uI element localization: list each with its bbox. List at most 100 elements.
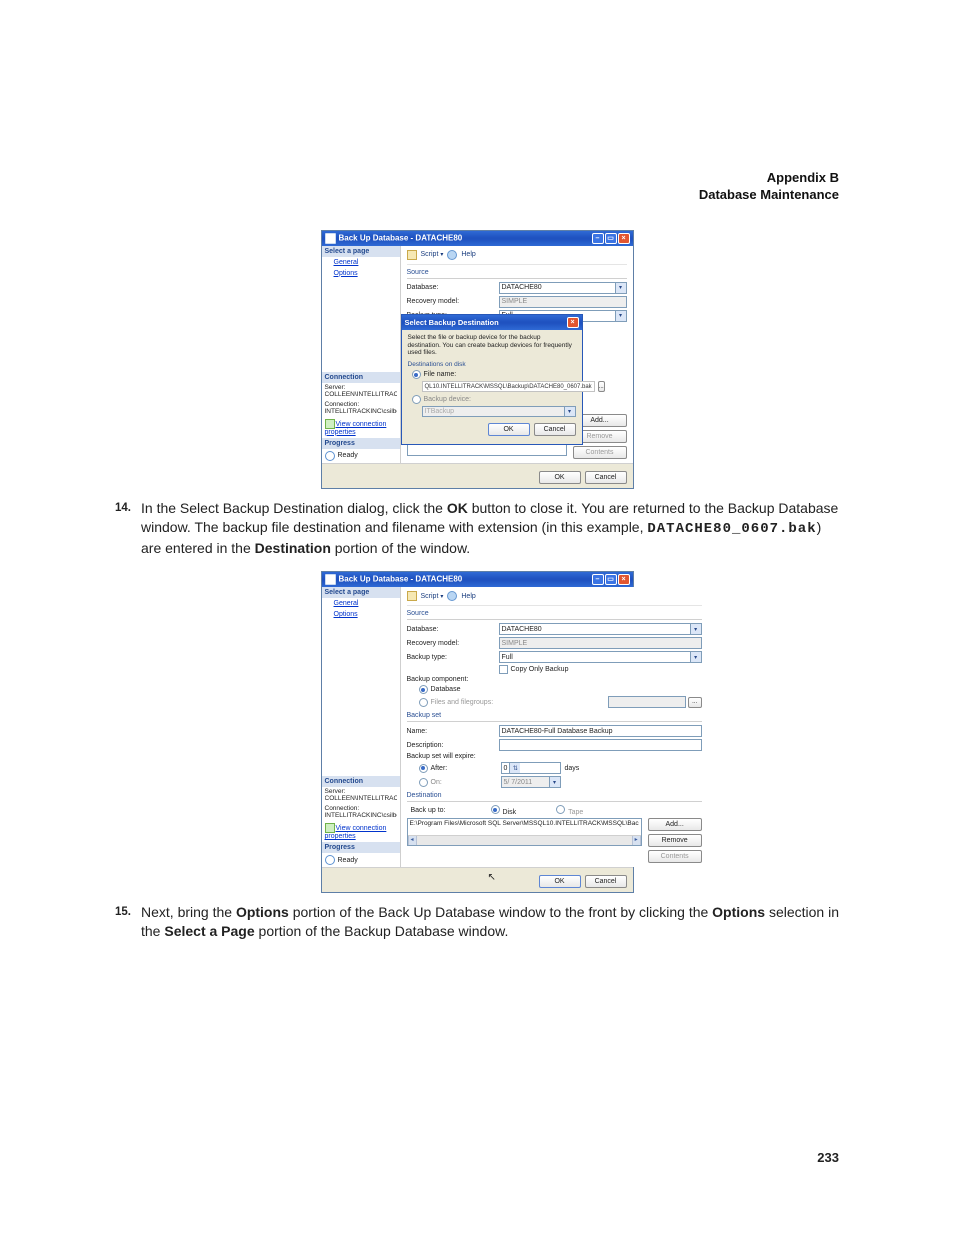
window-main-panel-2: Script ▾ Help Source Database: DATACHE80… <box>401 587 708 867</box>
app-icon <box>325 574 336 585</box>
backup-set-description-field[interactable] <box>499 739 702 751</box>
horizontal-scrollbar[interactable]: ◂▸ <box>408 835 641 845</box>
progress-ready-label: Ready <box>338 452 358 459</box>
script-icon <box>407 250 417 260</box>
chevron-down-icon: ▾ <box>549 777 560 787</box>
maximize-button[interactable]: ▭ <box>605 233 617 244</box>
cancel-button[interactable]: Cancel <box>585 471 627 484</box>
backup-type-select-2[interactable]: Full▾ <box>499 651 702 663</box>
after-label: After: <box>431 765 457 772</box>
figure-1: Back Up Database - DATACHE80 – ▭ × Selec… <box>321 230 634 489</box>
database-radio[interactable] <box>419 685 428 694</box>
file-name-label: File name: <box>424 371 457 378</box>
dialog-message: Select the file or backup device for the… <box>408 334 576 357</box>
destination-listbox-2[interactable]: E:\Program Files\Microsoft SQL Server\MS… <box>407 818 642 846</box>
progress-icon <box>325 451 335 461</box>
after-days-unit: days <box>565 765 580 772</box>
backup-set-name-field[interactable]: DATACHE80-Full Database Backup <box>499 725 702 737</box>
backup-device-select: ITBackup▾ <box>422 406 576 417</box>
dialog-cancel-button[interactable]: Cancel <box>534 423 576 436</box>
figure-2: Back Up Database - DATACHE80 – ▭ × Selec… <box>321 571 634 893</box>
chevron-down-icon: ▾ <box>690 652 701 662</box>
copy-only-backup-checkbox[interactable] <box>499 665 508 674</box>
browse-button[interactable]: ... <box>598 381 605 392</box>
server-value: COLLEEN\INTELLITRACK <box>325 391 397 398</box>
sidebar-connection-header-2: Connection <box>322 776 400 787</box>
file-name-field[interactable]: QL10.INTELLITRACK\MSSQL\Backup\DATACHE80… <box>422 381 595 392</box>
sidebar-item-options-2[interactable]: Options <box>322 609 400 620</box>
chevron-down-icon: ▾ <box>615 311 626 321</box>
ok-button[interactable]: OK <box>539 471 581 484</box>
contents-button-2[interactable]: Contents <box>648 850 702 863</box>
database-select[interactable]: DATACHE80▾ <box>499 282 627 294</box>
window-titlebar: Back Up Database - DATACHE80 – ▭ × <box>322 231 633 246</box>
dialog-ok-button[interactable]: OK <box>488 423 530 436</box>
source-section: Source <box>407 269 627 276</box>
connection-label: Connection: <box>325 401 397 408</box>
backup-set-expire-label: Backup set will expire: <box>407 753 499 760</box>
step-14: 14. In the Select Backup Destination dia… <box>115 499 839 558</box>
after-radio[interactable] <box>419 764 428 773</box>
view-connection-properties-link[interactable]: View connection properties <box>322 417 400 438</box>
files-filegroups-radio[interactable] <box>419 698 428 707</box>
window-title-2: Back Up Database - DATACHE80 <box>339 575 463 584</box>
source-section-2: Source <box>407 610 702 617</box>
file-name-radio[interactable] <box>412 370 421 379</box>
window-sidebar: Select a page General Options Connection… <box>322 246 401 463</box>
destination-section: Destination <box>407 792 702 799</box>
sidebar-server-label: Server: COLLEEN\INTELLITRACK <box>322 383 400 400</box>
chevron-down-icon: ▾ <box>615 283 626 293</box>
remove-destination-button-2[interactable]: Remove <box>648 834 702 847</box>
sidebar-item-general[interactable]: General <box>322 257 400 268</box>
step-14-body: In the Select Backup Destination dialog,… <box>141 499 839 558</box>
on-radio[interactable] <box>419 778 428 787</box>
appendix-title: Appendix B <box>115 170 839 187</box>
dialog-close-button[interactable]: × <box>567 317 579 328</box>
sidebar-item-general-2[interactable]: General <box>322 598 400 609</box>
ok-button-2[interactable]: OK <box>539 875 581 888</box>
backup-device-radio[interactable] <box>412 395 421 404</box>
help-icon <box>447 250 457 260</box>
on-label: On: <box>431 779 457 786</box>
cancel-button-2[interactable]: Cancel <box>585 875 627 888</box>
sidebar-connection-value: Connection: INTELLITRACKINC\csilbeng <box>322 400 400 417</box>
window-titlebar-2: Back Up Database - DATACHE80 – ▭ × <box>322 572 633 587</box>
script-dropdown-2[interactable]: Script ▾ <box>421 593 444 600</box>
dialog-section-label: Destinations on disk <box>408 361 576 368</box>
progress-icon-2 <box>325 855 335 865</box>
backup-set-name-label: Name: <box>407 728 499 735</box>
files-filegroups-browse[interactable]: ... <box>688 697 702 708</box>
backup-database-window-2: Back Up Database - DATACHE80 – ▭ × Selec… <box>321 571 634 893</box>
backup-set-description-label: Description: <box>407 742 499 749</box>
scroll-right-icon[interactable]: ▸ <box>632 836 641 845</box>
step-14-number: 14. <box>115 499 141 558</box>
sidebar-item-options[interactable]: Options <box>322 268 400 279</box>
contents-button[interactable]: Contents <box>573 446 627 459</box>
script-dropdown[interactable]: Script ▾ <box>421 251 444 258</box>
tape-radio[interactable] <box>556 805 565 814</box>
after-days-input[interactable]: 0⇅ <box>501 762 561 774</box>
add-destination-button-2[interactable]: Add... <box>648 818 702 831</box>
sidebar-select-a-page-header-2: Select a page <box>322 587 400 598</box>
recovery-model-label-2: Recovery model: <box>407 640 499 647</box>
spinner-icon: ⇅ <box>509 763 520 773</box>
help-button[interactable]: Help <box>461 251 475 258</box>
help-button-2[interactable]: Help <box>461 593 475 600</box>
minimize-button[interactable]: – <box>592 233 604 244</box>
help-icon <box>447 591 457 601</box>
disk-radio[interactable] <box>491 805 500 814</box>
disk-label: Disk <box>503 809 517 816</box>
chevron-down-icon: ▾ <box>690 624 701 634</box>
database-select-2[interactable]: DATACHE80▾ <box>499 623 702 635</box>
maximize-button-2[interactable]: ▭ <box>605 574 617 585</box>
close-button[interactable]: × <box>618 233 630 244</box>
recovery-model-field-2: SIMPLE <box>499 637 702 649</box>
view-connection-properties-link-2[interactable]: View connection properties <box>322 821 400 842</box>
close-button-2[interactable]: × <box>618 574 630 585</box>
scroll-left-icon[interactable]: ◂ <box>408 836 417 845</box>
window-sidebar-2: Select a page General Options Connection… <box>322 587 401 867</box>
backup-component-label: Backup component: <box>407 676 499 683</box>
minimize-button-2[interactable]: – <box>592 574 604 585</box>
backup-type-label-2: Backup type: <box>407 654 499 661</box>
on-date-field: 5/ 7/2011▾ <box>501 776 561 788</box>
